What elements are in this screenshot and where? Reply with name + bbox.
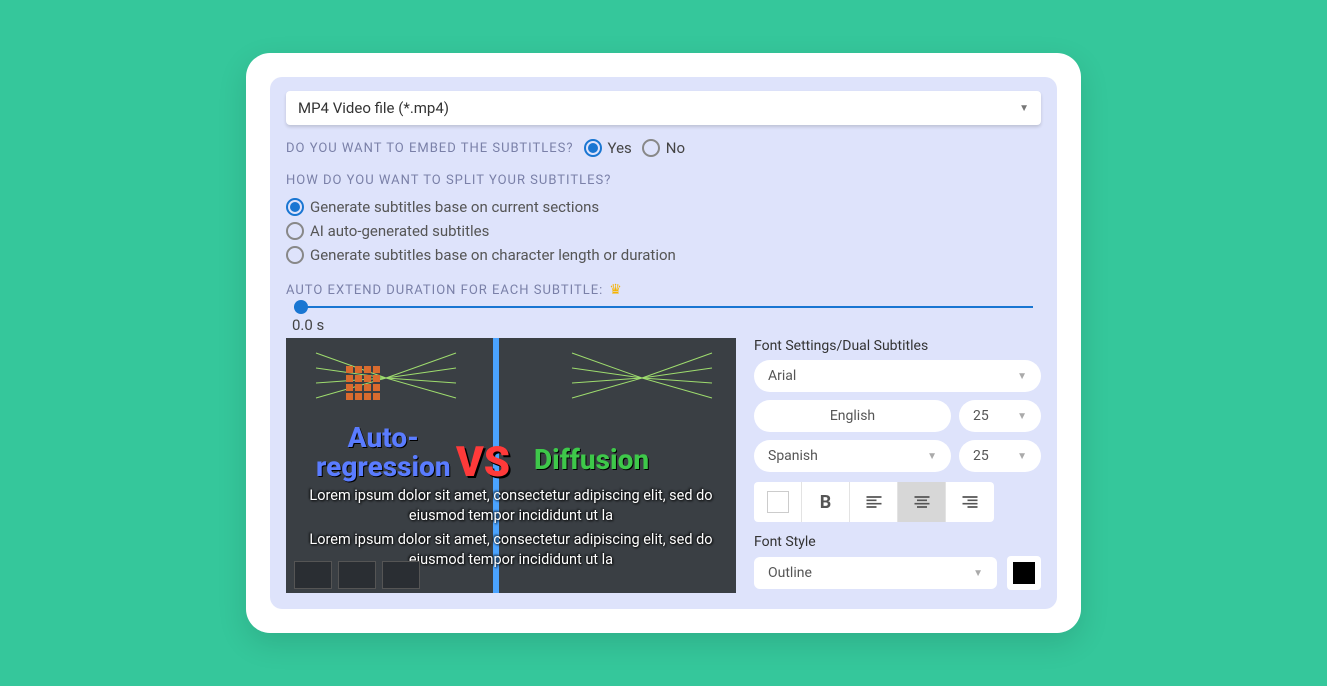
size1-select[interactable]: 25 ▼ xyxy=(959,400,1041,432)
language2-select[interactable]: Spanish ▼ xyxy=(754,440,951,472)
chevron-down-icon: ▼ xyxy=(1017,371,1027,382)
split-option-2[interactable]: Generate subtitles base on character len… xyxy=(286,246,1041,264)
font-settings: Font Settings/Dual Subtitles Arial ▼ Eng… xyxy=(754,338,1041,590)
align-left-button[interactable] xyxy=(850,482,898,522)
chevron-down-icon: ▼ xyxy=(1017,451,1027,462)
align-right-icon xyxy=(960,492,980,512)
slider-thumb[interactable] xyxy=(294,300,308,314)
chevron-down-icon: ▼ xyxy=(1017,411,1027,422)
font-style-value: Outline xyxy=(768,565,812,581)
font-style-label: Font Style xyxy=(754,534,1041,550)
text-format-toolbar: B xyxy=(754,482,994,522)
size2-select[interactable]: 25 ▼ xyxy=(959,440,1041,472)
auto-extend-value: 0.0 s xyxy=(292,316,1041,334)
embed-question-label: DO YOU WANT TO EMBED THE SUBTITLES? xyxy=(286,141,574,156)
radio-icon xyxy=(642,139,660,157)
align-center-button[interactable] xyxy=(898,482,946,522)
embed-radio-yes[interactable]: Yes xyxy=(584,139,632,157)
language1-value: English xyxy=(830,408,875,424)
font-style-select[interactable]: Outline ▼ xyxy=(754,557,997,589)
text-color-button[interactable] xyxy=(754,482,802,522)
bold-button[interactable]: B xyxy=(802,482,850,522)
preview-subtitle-1: Lorem ipsum dolor sit amet, consectetur … xyxy=(286,486,736,525)
language1-row: English 25 ▼ xyxy=(754,400,1041,432)
split-option-0[interactable]: Generate subtitles base on current secti… xyxy=(286,198,1041,216)
auto-extend-slider[interactable] xyxy=(294,306,1033,308)
preview-graphic-diffusion-text: Diffusion xyxy=(534,443,649,476)
radio-icon xyxy=(286,246,304,264)
auto-extend-label: AUTO EXTEND DURATION FOR EACH SUBTITLE: xyxy=(286,283,603,298)
font-family-select[interactable]: Arial ▼ xyxy=(754,360,1041,392)
language2-value: Spanish xyxy=(768,448,818,464)
embed-question-row: DO YOU WANT TO EMBED THE SUBTITLES? Yes … xyxy=(286,139,1041,157)
settings-panel: MP4 Video file (*.mp4) ▼ DO YOU WANT TO … xyxy=(270,77,1057,609)
radio-icon xyxy=(584,139,602,157)
size2-value: 25 xyxy=(973,448,989,464)
embed-yes-label: Yes xyxy=(608,139,632,157)
embed-no-label: No xyxy=(666,139,685,157)
split-option-2-label: Generate subtitles base on character len… xyxy=(310,246,676,264)
language1-select[interactable]: English xyxy=(754,400,951,432)
radio-icon xyxy=(286,198,304,216)
font-settings-title: Font Settings/Dual Subtitles xyxy=(754,338,1041,354)
file-type-select[interactable]: MP4 Video file (*.mp4) ▼ xyxy=(286,91,1041,125)
preview-graphic-grid xyxy=(346,366,380,400)
language2-row: Spanish ▼ 25 ▼ xyxy=(754,440,1041,472)
split-option-1-label: AI auto-generated subtitles xyxy=(310,222,489,240)
chevron-down-icon: ▼ xyxy=(1019,103,1029,114)
chevron-down-icon: ▼ xyxy=(927,451,937,462)
align-left-icon xyxy=(864,492,884,512)
font-style-color-swatch xyxy=(1013,562,1035,584)
file-type-value: MP4 Video file (*.mp4) xyxy=(298,99,449,117)
lower-section: Auto- regression VS Diffusion Lorem ipsu… xyxy=(286,338,1041,593)
export-settings-card: MP4 Video file (*.mp4) ▼ DO YOU WANT TO … xyxy=(246,53,1081,633)
radio-icon xyxy=(286,222,304,240)
split-option-0-label: Generate subtitles base on current secti… xyxy=(310,198,599,216)
auto-extend-label-row: AUTO EXTEND DURATION FOR EACH SUBTITLE: … xyxy=(286,282,1041,298)
font-style-row: Outline ▼ xyxy=(754,556,1041,590)
preview-graphic-net-left xyxy=(306,343,466,413)
crown-icon: ♛ xyxy=(609,282,623,298)
split-option-1[interactable]: AI auto-generated subtitles xyxy=(286,222,1041,240)
bold-icon: B xyxy=(820,492,832,513)
auto-extend-slider-wrap xyxy=(286,306,1041,308)
embed-radio-no[interactable]: No xyxy=(642,139,685,157)
chevron-down-icon: ▼ xyxy=(973,568,983,579)
split-options: Generate subtitles base on current secti… xyxy=(286,198,1041,264)
subtitle-preview: Auto- regression VS Diffusion Lorem ipsu… xyxy=(286,338,736,593)
size1-value: 25 xyxy=(973,408,989,424)
text-color-swatch xyxy=(767,491,789,513)
split-question-label: HOW DO YOU WANT TO SPLIT YOUR SUBTITLES? xyxy=(286,173,1041,188)
font-style-color-button[interactable] xyxy=(1007,556,1041,590)
preview-graphic-auto-text: Auto- regression xyxy=(316,423,451,482)
preview-graphic-net-right xyxy=(562,343,722,413)
preview-graphic-vs-text: VS xyxy=(456,438,510,487)
align-right-button[interactable] xyxy=(946,482,994,522)
align-center-icon xyxy=(912,492,932,512)
font-family-value: Arial xyxy=(768,368,796,384)
preview-thumbnails xyxy=(294,561,420,589)
